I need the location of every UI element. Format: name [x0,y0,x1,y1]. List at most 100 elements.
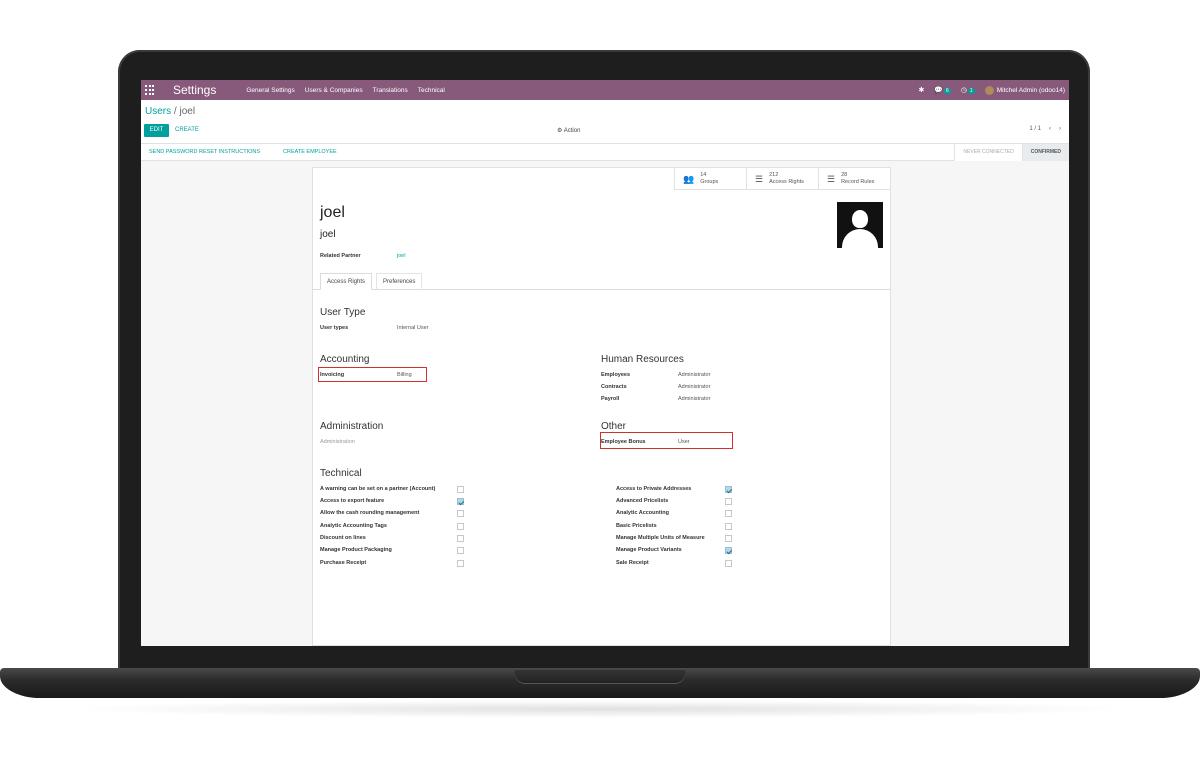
technical-right-label: Sale Receipt [616,560,649,566]
edit-button[interactable]: EDIT [144,124,169,137]
payroll-select[interactable]: Administrator [678,396,710,402]
groups-count: 14 [700,172,707,178]
smart-buttons: 👥 14 Groups ☰ 212 Access Rights ☰ 28 Record… [674,168,890,190]
user-photo[interactable] [837,202,883,248]
administration-select[interactable]: Administration [320,439,355,445]
technical-left-checkbox[interactable] [457,547,464,554]
bug-icon[interactable]: ✱ [918,86,924,94]
user-name-title: joel [320,204,345,221]
pager: 1 / 1 ‹ › [1029,126,1061,132]
form-statusbar: SEND PASSWORD RESET INSTRUCTIONS CREATE … [141,144,1069,161]
tab-access-rights[interactable]: Access Rights [320,273,373,290]
breadcrumb: Users / joel [145,106,195,117]
related-partner-label: Related Partner [320,253,361,259]
technical-right-label: Manage Multiple Units of Measure [616,535,705,541]
menu-general-settings[interactable]: General Settings [246,87,294,94]
user-types-select[interactable]: Internal User [397,325,429,331]
create-employee-button[interactable]: CREATE EMPLOYEE [283,149,337,155]
laptop-notch [515,670,685,684]
technical-left-label: A warning can be set on a partner (Accou… [320,486,436,492]
activities-button[interactable]: ◷ 1 [961,86,975,94]
technical-right-checkbox[interactable] [725,486,732,493]
technical-right-checkbox[interactable] [725,547,732,554]
employees-label: Employees [601,372,631,378]
form-sheet: 👥 14 Groups ☰ 212 Access Rights ☰ 28 Record… [312,167,891,646]
breadcrumb-users[interactable]: Users [145,106,171,117]
technical-left-checkbox[interactable] [457,510,464,517]
technical-left-label: Access to export feature [320,498,385,504]
menu-users-companies[interactable]: Users & Companies [305,87,363,94]
technical-left-checkbox[interactable] [457,535,464,542]
technical-right-label: Manage Product Variants [616,547,682,553]
create-button[interactable]: CREATE [175,127,199,133]
send-password-reset-button[interactable]: SEND PASSWORD RESET INSTRUCTIONS [149,149,260,155]
rules-count: 28 [841,172,848,178]
stage-never-connected: NEVER CONNECTED [954,144,1022,161]
technical-left-label: Analytic Accounting Tags [320,523,387,529]
technical-right-checkbox[interactable] [725,498,732,505]
pager-value[interactable]: 1 / 1 [1029,126,1041,132]
technical-right-checkbox[interactable] [725,560,732,567]
other-heading: Other [601,421,627,432]
messages-button[interactable]: 💬 6 [934,86,951,94]
technical-right-checkbox[interactable] [725,523,732,530]
technical-left-checkbox[interactable] [457,523,464,530]
navbar-systray: ✱ 💬 6 ◷ 1 Mitchel Admin (odoo14) [918,85,1069,95]
apps-menu-icon[interactable] [145,85,155,95]
avatar-placeholder-body [842,229,878,248]
employees-select[interactable]: Administrator [678,372,710,378]
access-rights-smart-button[interactable]: ☰ 212 Access Rights [746,168,818,190]
payroll-label: Payroll [601,396,620,402]
clock-icon: ◷ [960,87,967,94]
groups-smart-button[interactable]: 👥 14 Groups [674,168,746,190]
tab-preferences[interactable]: Preferences [376,273,423,290]
technical-right-checkbox[interactable] [725,510,732,517]
user-type-heading: User Type [320,307,366,318]
list-icon: ☰ [827,173,836,184]
technical-left-label: Discount on lines [320,535,366,541]
activities-badge: 1 [967,88,975,94]
chevron-left-icon[interactable]: ‹ [1049,126,1051,132]
contracts-select[interactable]: Administrator [678,384,710,390]
user-name: Mitchel Admin (odoo14) [996,86,1065,94]
technical-right-label: Access to Private Addresses [616,486,692,492]
related-partner-link[interactable]: joel [397,253,406,259]
stage-confirmed: CONFIRMED [1021,144,1069,161]
rules-label: Record Rules [841,179,875,185]
contracts-label: Contracts [601,384,627,390]
control-panel: Users / joel EDIT CREATE ⚙ Action 1 / 1 … [141,100,1069,144]
technical-heading: Technical [320,468,362,479]
form-tabs: Access Rights Preferences [313,272,890,290]
list-icon: ☰ [755,173,764,184]
avatar-placeholder-head [852,210,868,228]
groups-label: Groups [700,179,719,185]
technical-left-checkbox[interactable] [457,486,464,493]
technical-left-label: Purchase Receipt [320,560,367,566]
messages-badge: 6 [944,88,951,94]
user-menu[interactable]: Mitchel Admin (odoo14) [984,85,1065,95]
technical-right-label: Analytic Accounting [616,510,669,516]
access-count: 212 [769,172,779,178]
top-navbar: Settings General Settings Users & Compan… [141,80,1069,100]
chat-icon: 💬 [934,87,944,94]
technical-left-label: Allow the cash rounding management [320,510,420,516]
accounting-heading: Accounting [320,354,370,365]
avatar [984,85,994,95]
laptop-mockup: Settings General Settings Users & Compan… [0,0,1200,766]
chevron-right-icon[interactable]: › [1059,126,1061,132]
technical-left-checkbox[interactable] [457,498,464,505]
invoicing-highlight [318,367,427,382]
breadcrumb-current: joel [179,106,196,117]
human-resources-heading: Human Resources [601,354,684,365]
record-rules-smart-button[interactable]: ☰ 28 Record Rules [818,168,890,190]
menu-translations[interactable]: Translations [373,87,408,94]
app-title[interactable]: Settings [173,83,216,97]
technical-left-checkbox[interactable] [457,560,464,567]
menu-technical[interactable]: Technical [418,87,445,94]
technical-left-label: Manage Product Packaging [320,547,392,553]
status-stages: NEVER CONNECTED CONFIRMED [954,144,1069,161]
administration-heading: Administration [320,421,384,432]
action-dropdown[interactable]: ⚙ Action [557,127,580,134]
technical-right-checkbox[interactable] [725,535,732,542]
user-types-label: User types [320,325,349,331]
